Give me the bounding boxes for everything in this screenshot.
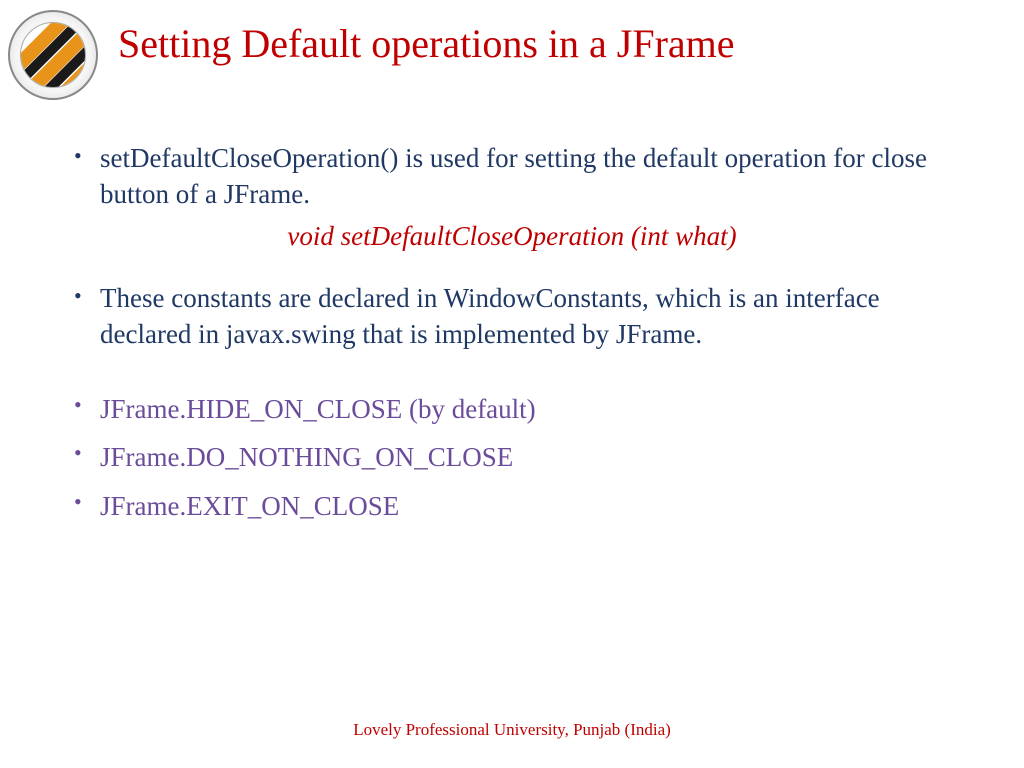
constant-text: JFrame.EXIT_ON_CLOSE xyxy=(100,491,399,521)
constant-text: JFrame.DO_NOTHING_ON_CLOSE xyxy=(100,442,513,472)
slide-footer: Lovely Professional University, Punjab (… xyxy=(0,720,1024,740)
constant-text: JFrame.HIDE_ON_CLOSE (by default) xyxy=(100,394,536,424)
slide-header: Setting Default operations in a JFrame xyxy=(0,0,1024,100)
university-logo xyxy=(8,10,98,100)
bullet-text: These constants are declared in WindowCo… xyxy=(100,283,880,349)
list-item: JFrame.DO_NOTHING_ON_CLOSE xyxy=(60,437,964,478)
method-signature: void setDefaultCloseOperation (int what) xyxy=(60,221,964,252)
list-item: setDefaultCloseOperation() is used for s… xyxy=(60,140,964,213)
list-item: JFrame.HIDE_ON_CLOSE (by default) xyxy=(60,389,964,430)
bullet-text: setDefaultCloseOperation() is used for s… xyxy=(100,143,927,209)
bullet-list: These constants are declared in WindowCo… xyxy=(60,280,964,526)
list-item: These constants are declared in WindowCo… xyxy=(60,280,964,353)
list-item: JFrame.EXIT_ON_CLOSE xyxy=(60,486,964,527)
bullet-list: setDefaultCloseOperation() is used for s… xyxy=(60,140,964,213)
slide-content: setDefaultCloseOperation() is used for s… xyxy=(0,100,1024,526)
slide-title: Setting Default operations in a JFrame xyxy=(118,20,735,67)
